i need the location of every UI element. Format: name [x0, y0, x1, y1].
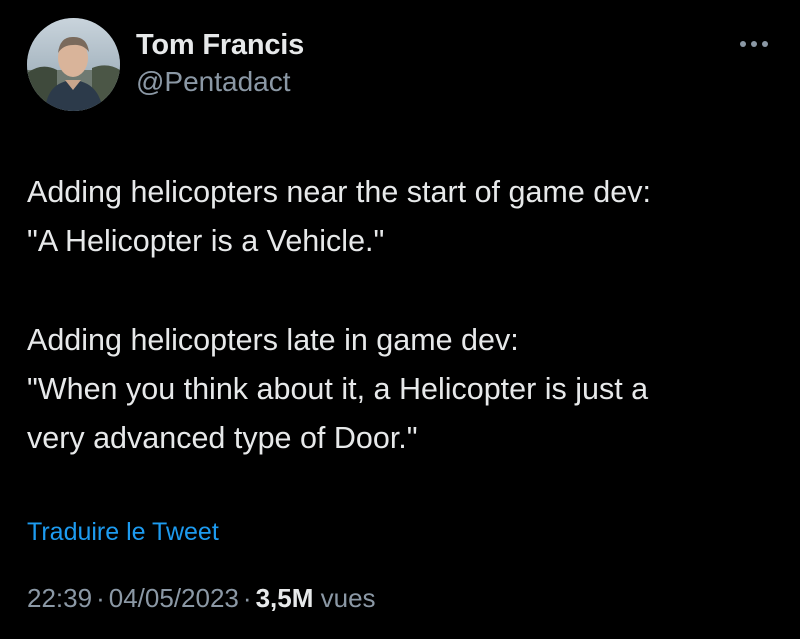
profile-photo	[27, 18, 120, 111]
translate-tweet-link[interactable]: Traduire le Tweet	[27, 516, 219, 548]
views-label: vues	[320, 583, 376, 613]
display-name[interactable]: Tom Francis	[136, 28, 304, 62]
tweet: Tom Francis @Pentadact Adding helicopter…	[0, 0, 800, 639]
tweet-time[interactable]: 22:39	[27, 583, 92, 613]
views-count[interactable]: 3,5M	[256, 583, 314, 613]
more-horizontal-icon	[740, 41, 768, 47]
tweet-paragraph: Adding helicopters near the start of gam…	[27, 175, 651, 258]
tweet-text: Adding helicopters near the start of gam…	[27, 168, 787, 463]
author-info: Tom Francis @Pentadact	[136, 28, 304, 99]
avatar[interactable]	[27, 18, 120, 111]
tweet-date[interactable]: 04/05/2023	[109, 583, 239, 613]
more-options-button[interactable]	[734, 32, 774, 56]
tweet-meta: 22:39 · 04/05/2023 · 3,5M vues	[27, 582, 376, 614]
separator: ·	[242, 583, 252, 613]
tweet-paragraph: Adding helicopters late in game dev: "Wh…	[27, 323, 649, 455]
handle[interactable]: @Pentadact	[136, 65, 304, 99]
separator: ·	[96, 583, 105, 613]
